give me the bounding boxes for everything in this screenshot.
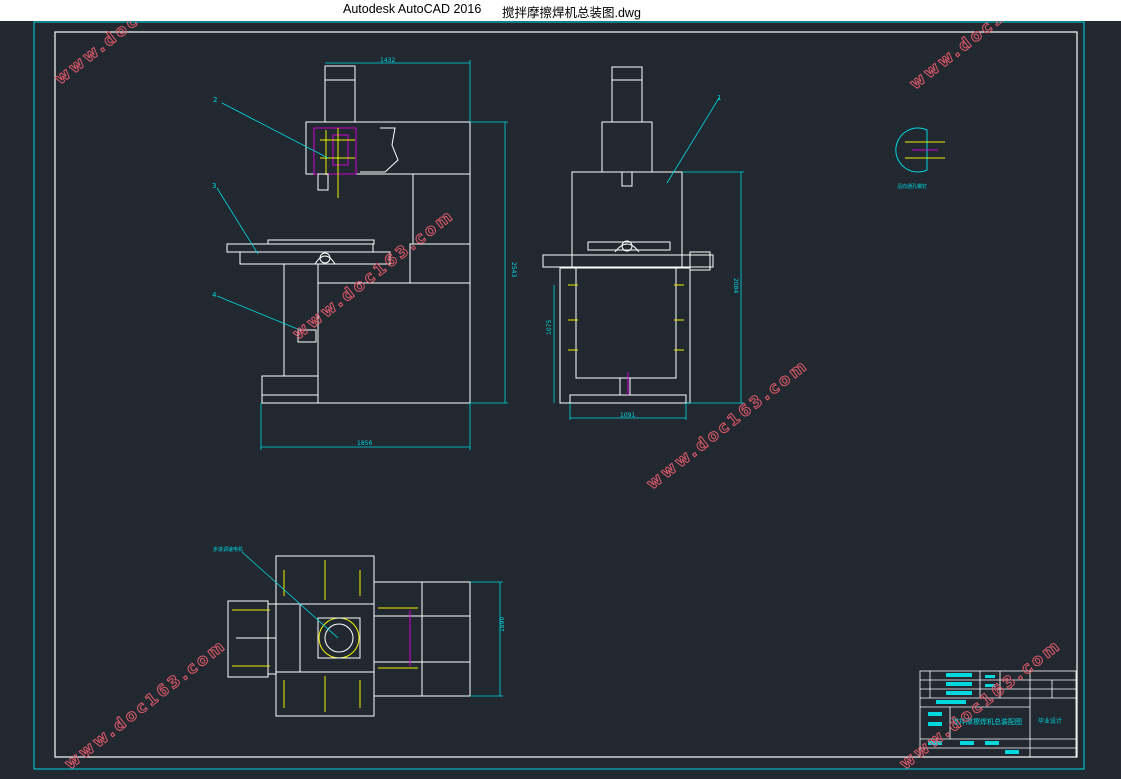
part-label-4: 4 bbox=[212, 291, 217, 299]
plan-callout: 步进调速电机 bbox=[213, 546, 243, 553]
dim-plan-depth: 1890 bbox=[499, 617, 506, 632]
plan-view-dimensions bbox=[241, 551, 503, 697]
dim-side-inner-height: 1075 bbox=[546, 320, 553, 335]
watermark-1: www.doc163.com bbox=[51, 21, 220, 88]
dim-front-height: 2543 bbox=[510, 262, 517, 277]
window-title-bar: Autodesk AutoCAD 2016 搅拌摩擦焊机总装图.dwg bbox=[0, 0, 1121, 21]
front-leaders bbox=[216, 102, 329, 331]
part-label-1: 1 bbox=[717, 94, 721, 102]
detail-view[interactable] bbox=[895, 127, 945, 173]
dim-front-top-width: 1432 bbox=[380, 57, 395, 64]
part-label-3: 3 bbox=[212, 182, 216, 190]
dim-front-base-width: 1856 bbox=[357, 440, 372, 447]
side-view-dimensions bbox=[553, 97, 744, 420]
watermark-5: www.doc163.com bbox=[61, 635, 230, 773]
design-note: 毕业设计 bbox=[1038, 717, 1062, 725]
watermark-3: www.doc163.com bbox=[289, 205, 458, 343]
dim-side-width: 1091 bbox=[620, 412, 635, 419]
dim-side-height: 2084 bbox=[732, 278, 739, 293]
drawing-canvas[interactable]: 1432 2543 1856 2 3 4 2084 1075 1091 1 沿向… bbox=[0, 0, 1121, 774]
side-view[interactable] bbox=[542, 66, 714, 404]
plan-view-details bbox=[232, 560, 418, 712]
plan-view[interactable] bbox=[227, 555, 471, 717]
detail-caption: 沿向通孔螺钉 bbox=[897, 183, 927, 190]
app-title: Autodesk AutoCAD 2016 bbox=[343, 2, 482, 16]
watermark-4: www.doc163.com bbox=[643, 355, 812, 493]
part-label-2: 2 bbox=[213, 96, 217, 104]
watermark-6: www.doc163.com bbox=[896, 635, 1065, 773]
file-name: 搅拌摩擦焊机总装图.dwg bbox=[502, 6, 641, 20]
